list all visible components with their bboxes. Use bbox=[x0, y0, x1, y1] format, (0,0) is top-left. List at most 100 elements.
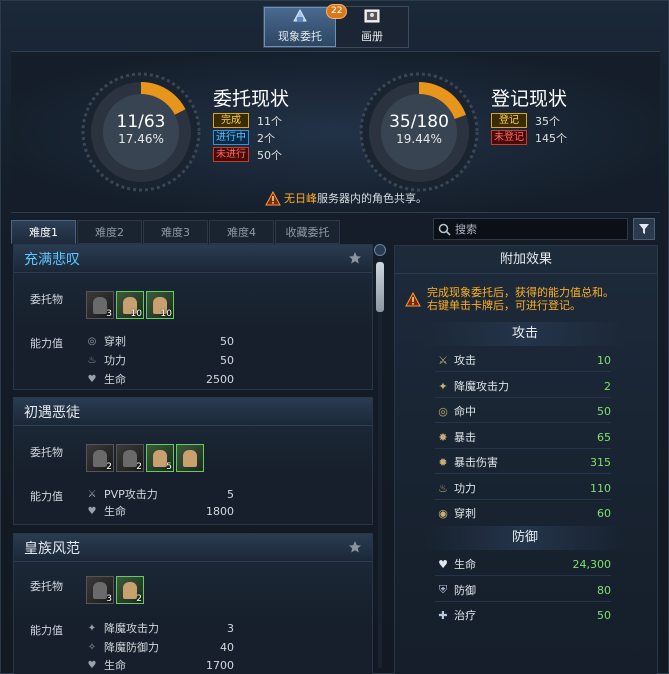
favorite-star-icon[interactable] bbox=[348, 251, 362, 265]
card-count: 2 bbox=[136, 462, 142, 472]
commission-card[interactable]: 皇族风范 委托物 3 2 能力值 ✦ 降魔攻击力 3 ✧ 降魔防御力 40 ♥ … bbox=[13, 533, 373, 674]
commission-status-title: 委托现状 bbox=[213, 88, 290, 110]
effect-name: 功力 bbox=[454, 482, 476, 495]
power-icon: ♨ bbox=[87, 354, 97, 366]
server-name: 无日峰 bbox=[284, 192, 317, 205]
commission-items-label: 委托物 bbox=[30, 580, 63, 593]
stat-row: ♥ 生命 1800 bbox=[86, 503, 234, 519]
commission-items-label: 委托物 bbox=[30, 446, 63, 459]
effect-name: 暴击伤害 bbox=[454, 456, 498, 469]
search-input[interactable]: 搜索 bbox=[433, 218, 628, 240]
notice-text: 服务器内的角色共享。 bbox=[317, 192, 427, 205]
divider bbox=[435, 473, 611, 474]
notice-line: 右键单击卡牌后，可进行登记。 bbox=[427, 299, 581, 312]
collection-window: 现象委托 22 画册 11/63 17.46% 委托现状 完成 11个 进行中 … bbox=[0, 0, 669, 674]
commission-tab-icon bbox=[293, 8, 307, 22]
effect-name: 穿刺 bbox=[454, 507, 476, 520]
monster-card[interactable]: 2 bbox=[116, 576, 144, 604]
commission-items: 2 2 5 bbox=[86, 444, 206, 472]
monster-card[interactable]: 10 bbox=[146, 291, 174, 319]
effect-row: ✚ 治疗 50 bbox=[435, 605, 611, 625]
heart-icon: ♥ bbox=[87, 373, 97, 385]
monster-card[interactable] bbox=[176, 444, 204, 472]
tab-favorites[interactable]: 收藏委托 bbox=[275, 220, 340, 244]
bonus-effects-panel: 附加效果 完成现象委托后，获得的能力值总和。 右键单击卡牌后，可进行登记。 攻击… bbox=[394, 245, 658, 674]
monster-card[interactable]: 10 bbox=[116, 291, 144, 319]
effect-value: 80 bbox=[597, 583, 611, 597]
stat-name: 降魔攻击力 bbox=[104, 622, 159, 635]
scroll-up-button[interactable] bbox=[374, 244, 386, 256]
legend-count: 145个 bbox=[535, 131, 567, 145]
tab-difficulty-1[interactable]: 难度1 bbox=[11, 220, 76, 244]
tab-album[interactable]: 画册 bbox=[336, 7, 408, 47]
commission-percent: 17.46% bbox=[118, 132, 164, 146]
effect-value: 60 bbox=[597, 506, 611, 520]
stat-name: 生命 bbox=[104, 505, 126, 518]
stat-name: PVP攻击力 bbox=[104, 488, 158, 501]
pierce-icon: ◉ bbox=[438, 506, 448, 520]
effect-name: 攻击 bbox=[454, 354, 476, 367]
legend-in-progress: 进行中 2个 bbox=[213, 129, 282, 146]
register-gauge: 35/180 19.44% bbox=[359, 72, 479, 192]
status-badge: 完成 bbox=[213, 113, 249, 128]
effect-value: 110 bbox=[590, 481, 611, 495]
notice-line: 完成现象委托后，获得的能力值总和。 bbox=[427, 286, 614, 299]
commission-card[interactable]: 初遇恶徒 委托物 2 2 5 能力值 ⚔ PVP攻击力 5 ♥ 生命 1800 bbox=[13, 397, 373, 525]
commission-card[interactable]: 充满悲叹 委托物 3 10 10 能力值 ◎ 穿刺 50 ♨ 功力 50 ♥ 生… bbox=[13, 244, 373, 390]
card-portrait bbox=[123, 450, 137, 467]
stat-row: ♥ 生命 2500 bbox=[86, 371, 234, 387]
effect-row: ♨ 功力 110 bbox=[435, 478, 611, 498]
card-count: 2 bbox=[106, 462, 112, 472]
commission-title-text: 充满悲叹 bbox=[24, 251, 80, 268]
stat-value: 5 bbox=[227, 487, 234, 501]
card-portrait bbox=[183, 450, 197, 467]
effect-value: 50 bbox=[597, 404, 611, 418]
register-status-title: 登记现状 bbox=[491, 88, 568, 110]
divider bbox=[435, 397, 611, 398]
scroll-track[interactable] bbox=[378, 258, 382, 668]
monster-card[interactable]: 5 bbox=[146, 444, 174, 472]
legend-count: 11个 bbox=[257, 114, 282, 128]
monster-card[interactable]: 3 bbox=[86, 576, 114, 604]
status-badge: 登记 bbox=[491, 113, 527, 128]
effects-notice: 完成现象委托后，获得的能力值总和。 右键单击卡牌后，可进行登记。 bbox=[405, 286, 614, 312]
card-count: 2 bbox=[136, 594, 142, 604]
effect-row: ⚔ 攻击 10 bbox=[435, 350, 611, 370]
heal-icon: ✚ bbox=[438, 608, 448, 622]
ability-label: 能力值 bbox=[30, 624, 63, 637]
demon-defense-icon: ✧ bbox=[87, 641, 97, 653]
stat-row: ✦ 降魔攻击力 3 bbox=[86, 620, 234, 636]
commission-items-label: 委托物 bbox=[30, 293, 63, 306]
register-legend: 登记 35个 未登记 145个 bbox=[491, 112, 567, 146]
card-portrait bbox=[123, 582, 137, 599]
stat-row: ♨ 功力 50 bbox=[86, 352, 234, 368]
monster-card[interactable]: 2 bbox=[86, 444, 114, 472]
card-portrait bbox=[153, 450, 167, 467]
tab-phenomenon-commission[interactable]: 现象委托 22 bbox=[264, 4, 348, 47]
ability-label: 能力值 bbox=[30, 490, 63, 503]
effect-name: 降魔攻击力 bbox=[454, 380, 509, 393]
legend-not-started: 未进行 50个 bbox=[213, 146, 282, 163]
list-scrollbar[interactable] bbox=[374, 244, 386, 674]
card-count: 3 bbox=[106, 594, 112, 604]
commission-list: 充满悲叹 委托物 3 10 10 能力值 ◎ 穿刺 50 ♨ 功力 50 ♥ 生… bbox=[13, 244, 373, 674]
stat-name: 生命 bbox=[104, 659, 126, 672]
effect-value: 10 bbox=[597, 353, 611, 367]
tab-difficulty-3[interactable]: 难度3 bbox=[143, 220, 208, 244]
monster-card[interactable]: 2 bbox=[116, 444, 144, 472]
favorite-star-icon[interactable] bbox=[348, 540, 362, 554]
effect-row: ✹ 暴击伤害 315 bbox=[435, 452, 611, 472]
commission-title: 皇族风范 bbox=[14, 534, 372, 562]
filter-button[interactable] bbox=[633, 218, 655, 240]
notice-lines: 完成现象委托后，获得的能力值总和。 右键单击卡牌后，可进行登记。 bbox=[427, 286, 614, 312]
tab-difficulty-2[interactable]: 难度2 bbox=[77, 220, 142, 244]
monster-card[interactable]: 3 bbox=[86, 291, 114, 319]
scroll-thumb[interactable] bbox=[376, 262, 384, 312]
stat-row: ◎ 穿刺 50 bbox=[86, 333, 234, 349]
tab-difficulty-4[interactable]: 难度4 bbox=[209, 220, 274, 244]
defense-section-title: 防御 bbox=[425, 526, 625, 550]
effect-row: ✦ 降魔攻击力 2 bbox=[435, 376, 611, 396]
attack-icon: ⚔ bbox=[438, 353, 448, 367]
stat-name: 降魔防御力 bbox=[104, 641, 159, 654]
album-tab-icon bbox=[364, 9, 380, 23]
